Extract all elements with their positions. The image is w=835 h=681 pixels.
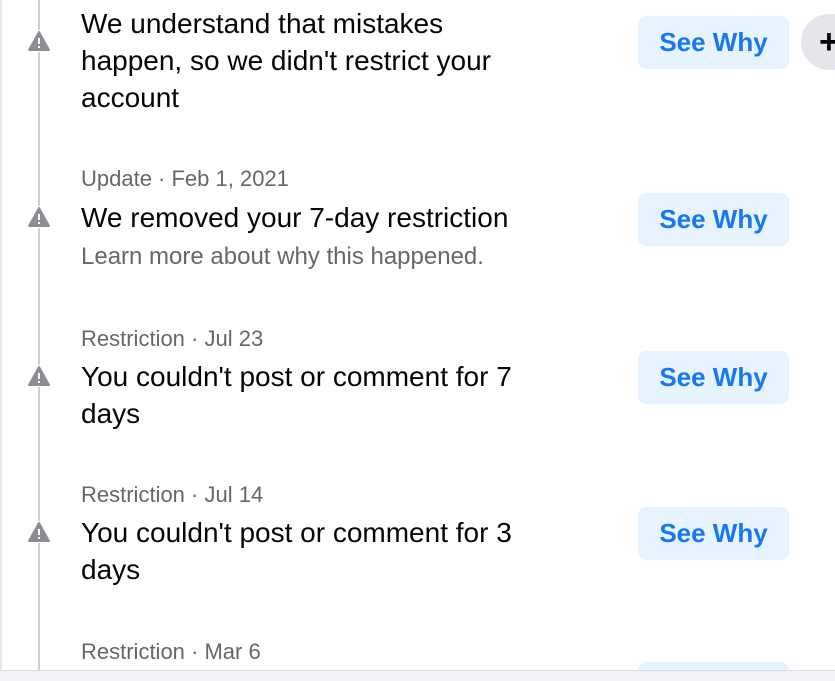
entry-meta: Restriction · Mar 6 [81,639,261,664]
entry-title-line: account [81,82,180,113]
entry-title-line: We understand that mistakes [81,8,444,39]
plus-icon: + [819,22,835,61]
entry-title-line: days [81,398,141,429]
see-why-button[interactable]: See Why [638,16,789,69]
entry-meta: Restriction · Jul 23 [81,326,264,351]
entry-title: We removed your 7-day restriction [81,199,601,236]
warning-icon [27,521,51,543]
entry-title-line: days [81,554,141,585]
entry-subtitle: Learn more about why this happened. [81,243,484,270]
entry-title-line: You couldn't post or comment for 7 [81,361,512,392]
entry-title: You couldn't post or comment for 7 days [81,358,601,432]
see-why-button[interactable]: See Why [638,351,789,404]
see-why-button[interactable]: See Why [638,507,789,560]
timeline-line [38,0,40,670]
entry-title-line: We removed your 7-day restriction [81,202,509,233]
warning-icon [27,206,51,228]
entry-title: You couldn't post or comment for 3 days [81,514,601,588]
entry-title: We understand that mistakes happen, so w… [81,5,601,116]
warning-icon [27,30,51,52]
side-panel-edge [818,0,835,680]
warning-icon [27,365,51,387]
bottom-toolbar-edge [0,670,835,681]
entry-title-line: happen, so we didn't restrict your [81,45,492,76]
entry-meta: Update · Feb 1, 2021 [81,166,289,191]
left-border [0,0,2,680]
plus-button[interactable]: + [801,14,835,70]
see-why-button[interactable]: See Why [638,193,789,246]
entry-meta: Restriction · Jul 14 [81,482,264,507]
entry-title-line: You couldn't post or comment for 3 [81,517,512,548]
